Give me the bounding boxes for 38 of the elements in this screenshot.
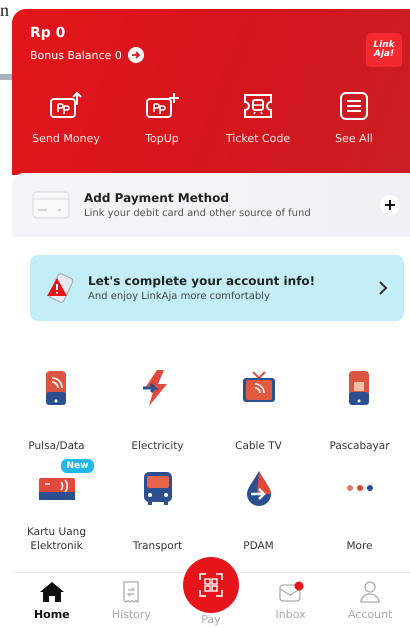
menu-icon	[337, 91, 371, 121]
service-button[interactable]: PDAM	[238, 467, 280, 553]
service-button[interactable]: Pascabayar	[329, 367, 390, 453]
add-button[interactable]	[380, 195, 400, 215]
service-button[interactable]: Electricity	[131, 367, 184, 453]
plus-icon	[385, 200, 395, 210]
service-button[interactable]: Transport	[132, 467, 182, 553]
payment-method-card[interactable]: Add Payment Method Link your debit card and other source of fund	[12, 173, 410, 237]
background-text: n	[0, 0, 9, 20]
phone-warning-icon	[44, 272, 76, 304]
payment-title: Add Payment Method	[84, 191, 230, 205]
balance-amount: Rp 0	[30, 25, 66, 41]
ticket-icon	[241, 91, 275, 121]
bonus-balance: Bonus Balance 0	[30, 48, 122, 62]
home-icon	[38, 580, 65, 604]
nav-tab[interactable]: Home	[12, 573, 92, 628]
app-logo: Link Aja!	[366, 33, 402, 67]
quick-action-button[interactable]: Send Money	[18, 91, 114, 145]
chevron-right-icon	[378, 281, 388, 295]
account-info-banner[interactable]: Let's complete your account info! And enjoy LinkAja more comfortably	[30, 255, 404, 321]
new-badge: New	[60, 459, 94, 473]
banner-title: Let's complete your account info!	[88, 274, 316, 288]
quick-action-button[interactable]: TopUp	[114, 91, 210, 145]
service-button[interactable]: Cable TV	[235, 367, 282, 453]
rp-plus-icon	[145, 91, 179, 121]
banner-subtitle: And enjoy LinkAja more comfortably	[88, 291, 271, 302]
background-bar	[0, 74, 12, 80]
more-icon	[346, 485, 372, 491]
arrow-right-icon[interactable]	[128, 47, 144, 63]
quick-action-button[interactable]: Ticket Code	[210, 91, 306, 145]
card-icon	[32, 191, 70, 219]
rp-upload-icon	[49, 91, 83, 121]
mail-notification-icon	[278, 580, 304, 604]
payment-subtitle: Link your debit card and other source of fund	[84, 208, 312, 219]
service-button[interactable]: More	[338, 467, 380, 553]
quick-action-button[interactable]: See All	[306, 91, 402, 145]
service-button[interactable]: Pulsa/Data	[28, 367, 85, 453]
qr-scan-icon	[198, 572, 224, 598]
